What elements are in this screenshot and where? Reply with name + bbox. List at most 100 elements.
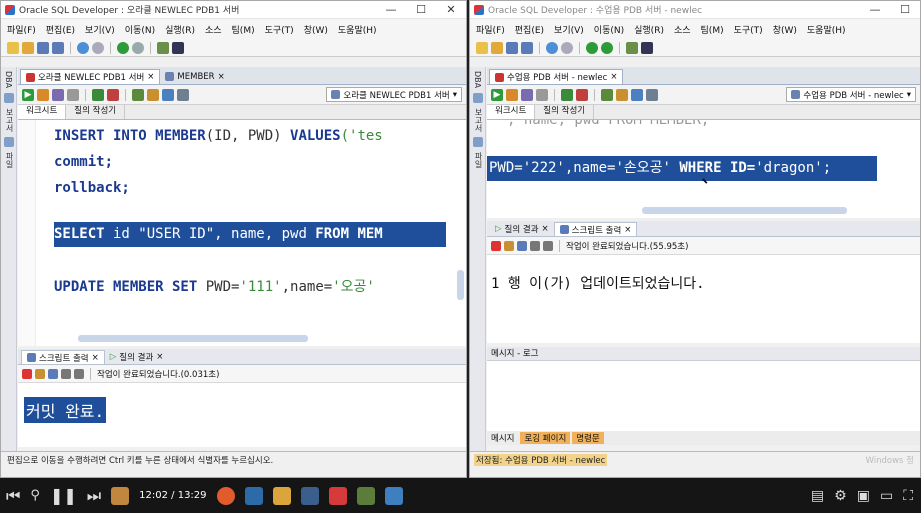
commit-icon[interactable]	[561, 88, 573, 101]
history-icon[interactable]	[631, 88, 643, 101]
eraser-icon[interactable]	[35, 368, 45, 379]
files-side-tab[interactable]: 파일	[4, 152, 15, 168]
left-editor-hscroll[interactable]	[78, 335, 308, 342]
back-icon[interactable]	[117, 41, 129, 54]
save-icon[interactable]	[517, 240, 527, 251]
tab-query-result[interactable]: ▷ 질의 결과 ×	[490, 222, 554, 236]
buffer-icon[interactable]	[543, 240, 553, 251]
close-tab-icon[interactable]: ×	[624, 225, 631, 235]
tab-worksheet[interactable]: 워크시트	[487, 105, 536, 119]
menu-help[interactable]: 도움말(H)	[807, 23, 846, 36]
fullscreen-icon[interactable]: ⛶	[903, 488, 913, 504]
menu-edit[interactable]: 편집(E)	[46, 23, 75, 36]
left-editor-vscroll[interactable]	[457, 270, 464, 300]
menu-navigate[interactable]: 이동(N)	[125, 23, 155, 36]
right-editor-hscroll[interactable]	[642, 207, 847, 214]
close-tab-icon[interactable]: ×	[92, 353, 99, 363]
save-all-icon[interactable]	[521, 41, 533, 54]
binoculars-icon[interactable]	[641, 41, 653, 54]
taskbar-app-icon[interactable]	[244, 486, 263, 505]
close-tab-icon[interactable]: ×	[610, 72, 617, 82]
autotrace-icon[interactable]	[536, 88, 548, 101]
save-all-icon[interactable]	[52, 41, 64, 54]
commit-icon[interactable]	[92, 88, 104, 101]
run-script-icon[interactable]	[506, 88, 518, 101]
pause-icon[interactable]: ❚❚	[50, 486, 77, 505]
reports-side-tab[interactable]: 보고서	[473, 108, 484, 132]
print-icon[interactable]	[530, 240, 540, 251]
history-icon[interactable]	[162, 88, 174, 101]
binoculars-icon[interactable]	[172, 41, 184, 54]
menu-source[interactable]: 소스	[205, 23, 222, 36]
menu-view[interactable]: 보기(V)	[85, 23, 115, 36]
tab-member-table[interactable]: MEMBER ×	[160, 69, 229, 84]
undo-icon[interactable]	[546, 41, 558, 54]
maximize-icon[interactable]: ☐	[890, 3, 920, 16]
tab-script-output[interactable]: 스크립트 출력 ×	[21, 350, 105, 364]
open-icon[interactable]	[491, 41, 503, 54]
files-icon[interactable]	[473, 137, 483, 148]
new-icon[interactable]	[7, 41, 19, 54]
tab-query-result[interactable]: ▷ 질의 결과 ×	[105, 350, 169, 364]
minimize-icon[interactable]: —	[860, 3, 890, 16]
save-icon[interactable]	[48, 368, 58, 379]
tab-messages[interactable]: 메시지	[487, 432, 518, 444]
menu-file[interactable]: 파일(F)	[476, 23, 505, 36]
back-icon[interactable]	[586, 41, 598, 54]
undo-icon[interactable]	[77, 41, 89, 54]
tab-logging-page[interactable]: 로깅 페이지	[520, 432, 571, 444]
files-side-tab[interactable]: 파일	[473, 152, 484, 168]
reports-icon[interactable]	[473, 93, 483, 104]
save-icon[interactable]	[37, 41, 49, 54]
skip-next-icon[interactable]: ⏭	[87, 486, 101, 506]
right-sql-editor[interactable]: , name, pwd FROM MEMBER; PWD='222',name=…	[487, 120, 920, 218]
format-icon[interactable]	[646, 88, 658, 101]
menu-team[interactable]: 팀(M)	[701, 23, 724, 36]
menu-run[interactable]: 실행(R)	[634, 23, 664, 36]
run-statement-icon[interactable]: ▶	[491, 88, 503, 101]
search-icon[interactable]: ⚲	[30, 488, 40, 503]
tab-statements[interactable]: 명령문	[572, 432, 604, 444]
menu-help[interactable]: 도움말(H)	[338, 23, 377, 36]
run-statement-icon[interactable]: ▶	[22, 88, 34, 101]
menu-view[interactable]: 보기(V)	[554, 23, 584, 36]
close-tab-icon[interactable]: ×	[147, 72, 154, 82]
sql-tuning-icon[interactable]	[601, 88, 613, 101]
explain-plan-icon[interactable]	[52, 88, 64, 101]
clear-icon[interactable]	[147, 88, 159, 101]
tab-connection-worksheet[interactable]: 오라클 NEWLEC PDB1 서버 ×	[20, 69, 161, 84]
taskbar-app-icon[interactable]	[384, 486, 403, 505]
maximize-icon[interactable]: ☐	[406, 3, 436, 16]
menu-run[interactable]: 실행(R)	[165, 23, 195, 36]
menu-window[interactable]: 창(W)	[773, 23, 797, 36]
reports-icon[interactable]	[4, 93, 14, 104]
forward-icon[interactable]	[601, 41, 613, 54]
close-tab-icon[interactable]: ×	[542, 224, 549, 234]
explain-plan-icon[interactable]	[521, 88, 533, 101]
dba-side-tab[interactable]: DBA	[4, 71, 13, 88]
reports-side-tab[interactable]: 보고서	[4, 108, 15, 132]
new-icon[interactable]	[476, 41, 488, 54]
sql-worksheet-icon[interactable]	[157, 41, 169, 54]
redo-icon[interactable]	[92, 41, 104, 54]
run-script-icon[interactable]	[37, 88, 49, 101]
file-explorer-icon[interactable]	[111, 486, 130, 505]
subtitles-icon[interactable]: ▤	[811, 488, 824, 504]
clear-icon[interactable]	[616, 88, 628, 101]
close-tab-icon[interactable]: ×	[218, 72, 225, 82]
menu-team[interactable]: 팀(M)	[232, 23, 255, 36]
taskbar-app-icon[interactable]	[300, 486, 319, 505]
pin-icon[interactable]	[491, 240, 501, 251]
eraser-icon[interactable]	[504, 240, 514, 251]
files-icon[interactable]	[4, 137, 14, 148]
tab-worksheet[interactable]: 워크시트	[18, 105, 67, 119]
settings-gear-icon[interactable]: ⚙	[834, 488, 847, 504]
menu-file[interactable]: 파일(F)	[7, 23, 36, 36]
tab-connection-worksheet[interactable]: 수업용 PDB 서버 - newlec ×	[489, 69, 624, 84]
print-icon[interactable]	[61, 368, 71, 379]
menu-tools[interactable]: 도구(T)	[265, 23, 294, 36]
menu-tools[interactable]: 도구(T)	[734, 23, 763, 36]
skip-back-icon[interactable]: ⏮	[6, 486, 20, 506]
chrome-icon[interactable]	[216, 486, 235, 505]
pin-icon[interactable]	[22, 368, 32, 379]
